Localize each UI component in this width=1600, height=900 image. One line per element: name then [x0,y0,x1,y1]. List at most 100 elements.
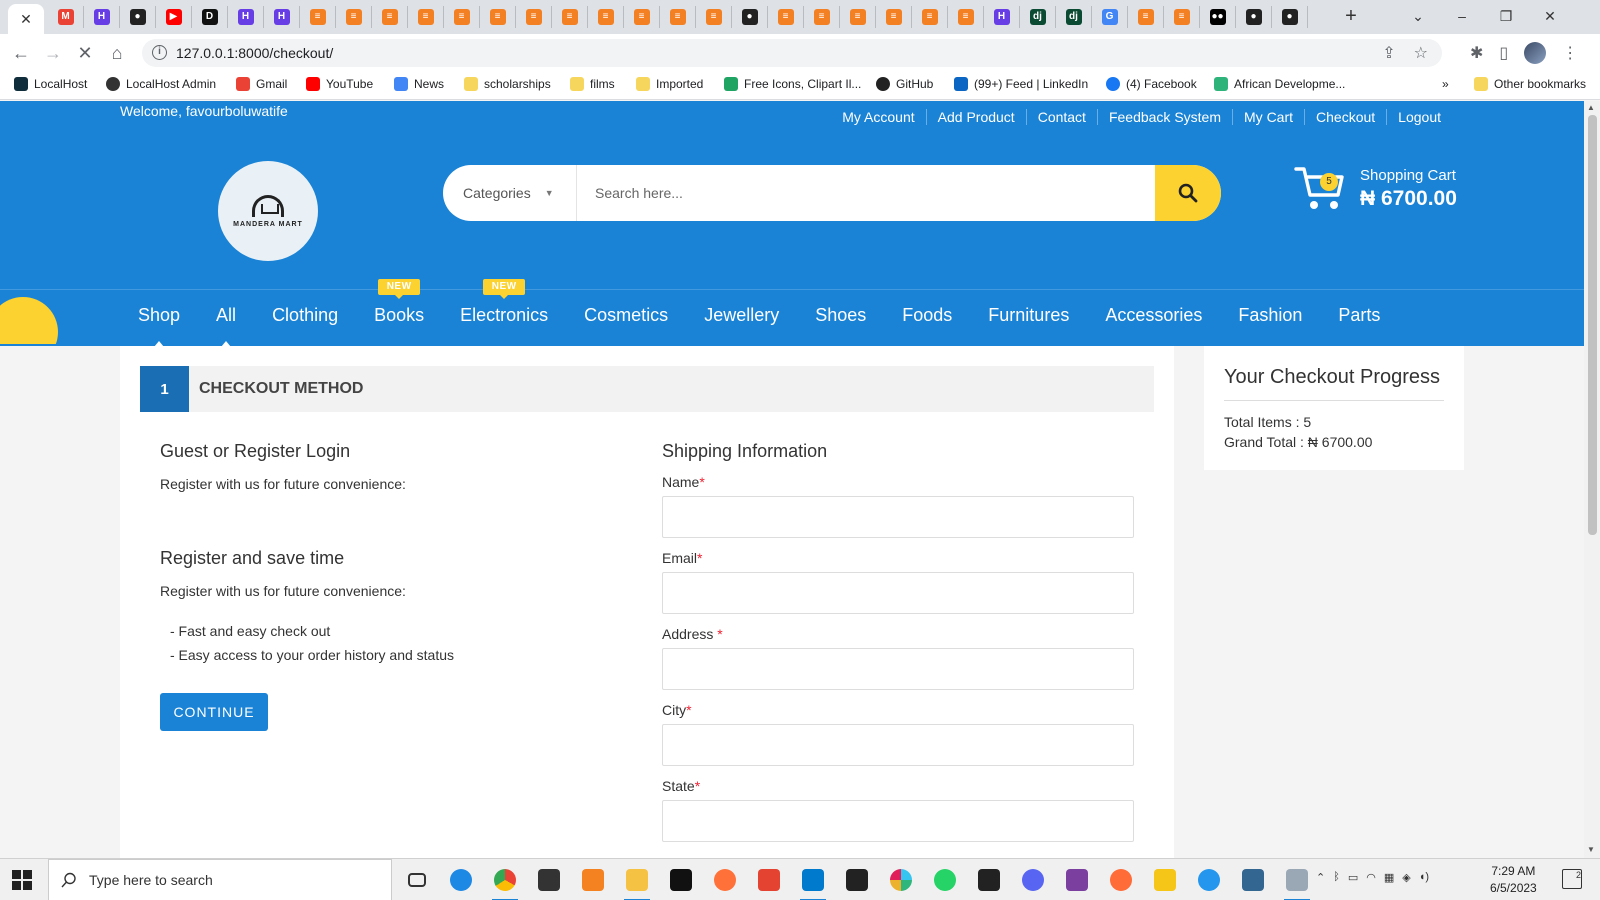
bookmark-folder-imported[interactable]: Imported [636,77,703,91]
my-cart-link[interactable]: My Cart [1232,109,1304,125]
security-icon[interactable]: ◈ [1402,871,1410,884]
categories-dropdown[interactable]: Categories ▼ [443,165,577,221]
mail-icon[interactable] [842,865,872,895]
continue-button[interactable]: CONTINUE [160,693,268,731]
nav-item-shop[interactable]: Shop [138,305,180,347]
windows-start-icon[interactable] [12,870,32,890]
nav-item-shoes[interactable]: Shoes [815,305,866,326]
site-info-icon[interactable]: i [152,45,167,60]
bookmark-folder-scholarships[interactable]: scholarships [464,77,551,91]
browser-tab[interactable]: ▶ [156,6,192,28]
email-field[interactable] [662,572,1134,614]
browser-tab[interactable]: ● [120,6,156,28]
state-field[interactable] [662,800,1134,842]
browser-tab[interactable]: H [264,6,300,28]
browser-tab[interactable]: ●● [1200,6,1236,28]
browser-tab[interactable]: ≡ [1164,6,1200,28]
bookmarks-overflow-button[interactable]: » [1442,77,1449,91]
slack-icon[interactable] [886,865,916,895]
bluetooth-icon[interactable]: ᛒ [1333,871,1340,884]
contact-link[interactable]: Contact [1025,109,1097,125]
nav-item-furnitures[interactable]: Furnitures [988,305,1069,326]
browser-tab[interactable]: ≡ [876,6,912,28]
url-text[interactable]: 127.0.0.1:8000/checkout/ [176,45,333,61]
volume-icon[interactable]: ◖) [1419,871,1429,884]
browser-tab[interactable]: ≡ [804,6,840,28]
search-button[interactable] [1155,165,1221,221]
site-logo[interactable]: MANDERA MART [218,161,318,261]
browser-tab[interactable]: ≡ [552,6,588,28]
nav-item-parts[interactable]: Parts [1338,305,1380,326]
bookmark-youtube[interactable]: YouTube [306,77,373,91]
battery-icon[interactable]: ▭ [1348,871,1358,884]
browser-tab[interactable]: G [1092,6,1128,28]
file-explorer-icon[interactable] [622,865,652,900]
scrollbar-thumb[interactable] [1588,115,1597,535]
feedback-system-link[interactable]: Feedback System [1096,109,1232,125]
browser-tab[interactable]: ≡ [840,6,876,28]
name-field[interactable] [662,496,1134,538]
browser-tab[interactable]: ≡ [372,6,408,28]
new-tab-button[interactable]: + [1338,6,1364,28]
scroll-up-arrow-icon[interactable]: ▲ [1587,103,1595,112]
minimize-button[interactable]: – [1440,4,1484,28]
browser-tab[interactable]: ≡ [336,6,372,28]
browser-tab[interactable]: ≡ [480,6,516,28]
todoist-icon[interactable] [754,865,784,895]
bookmark-news[interactable]: News [394,77,444,91]
address-bar[interactable]: i 127.0.0.1:8000/checkout/ ⇪ ☆ [142,39,1442,67]
bookmark-folder-films[interactable]: films [570,77,615,91]
nav-item-cosmetics[interactable]: Cosmetics [584,305,668,326]
browser-tab[interactable]: ≡ [408,6,444,28]
browser-tab[interactable]: ≡ [948,6,984,28]
search-input[interactable] [579,165,1149,221]
city-field[interactable] [662,724,1134,766]
browser-tab[interactable]: H [228,6,264,28]
browser-tab[interactable]: D [192,6,228,28]
bookmark-github[interactable]: GitHub [876,77,933,91]
photos-icon[interactable] [1282,865,1312,900]
tray-overflow-icon[interactable]: ⌃ [1316,871,1325,884]
browser-tab[interactable]: ≡ [660,6,696,28]
nav-item-all[interactable]: All [216,305,236,347]
restore-button[interactable]: ❐ [1484,4,1528,28]
browser-tab[interactable]: H [984,6,1020,28]
bookmark-facebook[interactable]: (4) Facebook [1106,77,1197,91]
browser-tab[interactable]: ≡ [912,6,948,28]
side-panel-icon[interactable]: ▯ [1499,43,1508,63]
back-button[interactable]: ← [10,42,32,64]
nav-item-clothing[interactable]: Clothing [272,305,338,326]
browser-tab[interactable]: ≡ [696,6,732,28]
browser-tab[interactable]: H [84,6,120,28]
taskbar-search-box[interactable]: Type here to search [48,859,392,900]
folder-app-icon[interactable] [1150,865,1180,895]
nav-item-jewellery[interactable]: Jewellery [704,305,779,326]
docker-icon[interactable] [1194,865,1224,895]
browser-tab[interactable]: M [48,6,84,28]
browser-tab[interactable]: ≡ [768,6,804,28]
stop-loading-button[interactable]: ✕ [74,42,96,64]
browser-tab[interactable]: ≡ [444,6,480,28]
postgres-icon[interactable] [1238,865,1268,895]
whatsapp-icon[interactable] [930,865,960,895]
sticky-notes-icon[interactable] [974,865,1004,895]
close-window-button[interactable]: ✕ [1528,4,1572,28]
checkout-step-header[interactable]: 1 CHECKOUT METHOD [140,366,1154,412]
browser-tab[interactable]: ≡ [588,6,624,28]
browser-tab[interactable]: dj [1020,6,1056,28]
nav-item-electronics[interactable]: NEW Electronics [460,279,548,326]
notification-center-icon[interactable]: 2 [1562,869,1582,889]
share-icon[interactable]: ⇪ [1382,43,1395,63]
nav-item-foods[interactable]: Foods [902,305,952,326]
sublime-icon[interactable] [578,865,608,895]
browser-tab[interactable]: ≡ [300,6,336,28]
logout-link[interactable]: Logout [1386,109,1452,125]
nav-item-fashion[interactable]: Fashion [1238,305,1302,326]
nav-item-accessories[interactable]: Accessories [1105,305,1202,326]
bookmark-african-development[interactable]: African Developme... [1214,77,1345,91]
address-field[interactable] [662,648,1134,690]
bookmark-free-icons[interactable]: Free Icons, Clipart Il... [724,77,861,91]
page-scrollbar[interactable]: ▲ ▼ [1584,101,1600,858]
network-icon[interactable]: ▦ [1384,871,1394,884]
bookmark-localhost-admin[interactable]: LocalHost Admin [106,77,216,91]
